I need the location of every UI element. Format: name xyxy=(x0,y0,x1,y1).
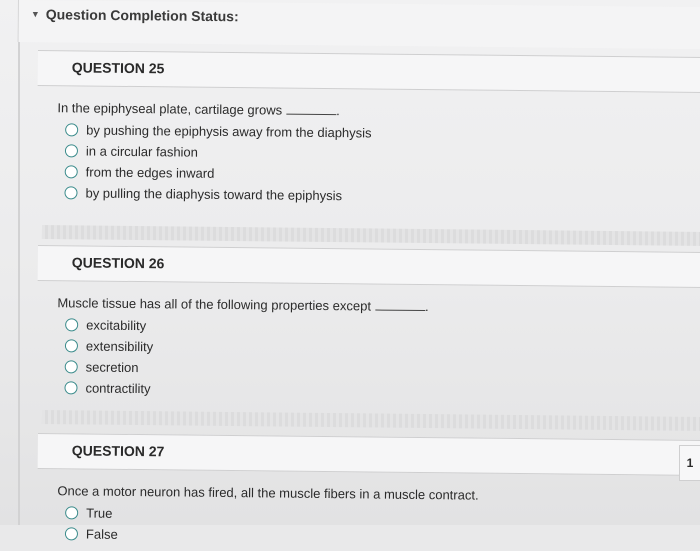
radio-button[interactable] xyxy=(65,123,79,137)
question-separator xyxy=(41,225,700,247)
radio-button[interactable] xyxy=(64,144,79,158)
question-body: Once a motor neuron has fired, all the m… xyxy=(37,469,700,551)
question-body: Muscle tissue has all of the following p… xyxy=(36,281,700,405)
question-body: In the epiphyseal plate, cartilage grows… xyxy=(36,86,700,210)
radio-button[interactable] xyxy=(64,186,78,200)
quiz-page: ▼ Question Completion Status: QUESTION 2… xyxy=(0,0,700,542)
chevron-down-icon: ▼ xyxy=(30,9,40,20)
radio-button[interactable] xyxy=(65,318,79,332)
radio-button[interactable] xyxy=(64,360,78,374)
question-26: QUESTION 26 Muscle tissue has all of the… xyxy=(36,245,700,405)
answer-choices: excitability extensibility secretion con… xyxy=(56,314,700,405)
left-border xyxy=(18,42,20,525)
radio-button[interactable] xyxy=(64,527,79,541)
completion-status-bar[interactable]: ▼ Question Completion Status: xyxy=(17,0,700,50)
question-prompt: In the epiphyseal plate, cartilage grows… xyxy=(57,100,340,119)
question-27: QUESTION 27 Once a motor neuron has fire… xyxy=(37,433,700,551)
question-25: QUESTION 25 In the epiphyseal plate, car… xyxy=(36,50,700,210)
radio-button[interactable] xyxy=(64,381,78,395)
question-prompt: Muscle tissue has all of the following p… xyxy=(57,295,429,315)
radio-button[interactable] xyxy=(65,506,79,520)
question-prompt: Once a motor neuron has fired, all the m… xyxy=(57,483,479,503)
question-separator xyxy=(41,410,700,432)
radio-button[interactable] xyxy=(64,165,78,179)
completion-status-label: Question Completion Status: xyxy=(45,6,239,25)
answer-choices: True False xyxy=(57,502,700,551)
completion-status-toggle[interactable]: ▼ Question Completion Status: xyxy=(31,6,239,24)
answer-blank xyxy=(286,103,337,116)
answer-blank xyxy=(374,299,426,312)
question-number-tab[interactable]: 1 xyxy=(679,445,700,481)
answer-choices: by pushing the epiphysis away from the d… xyxy=(56,119,700,210)
radio-button[interactable] xyxy=(64,339,79,353)
